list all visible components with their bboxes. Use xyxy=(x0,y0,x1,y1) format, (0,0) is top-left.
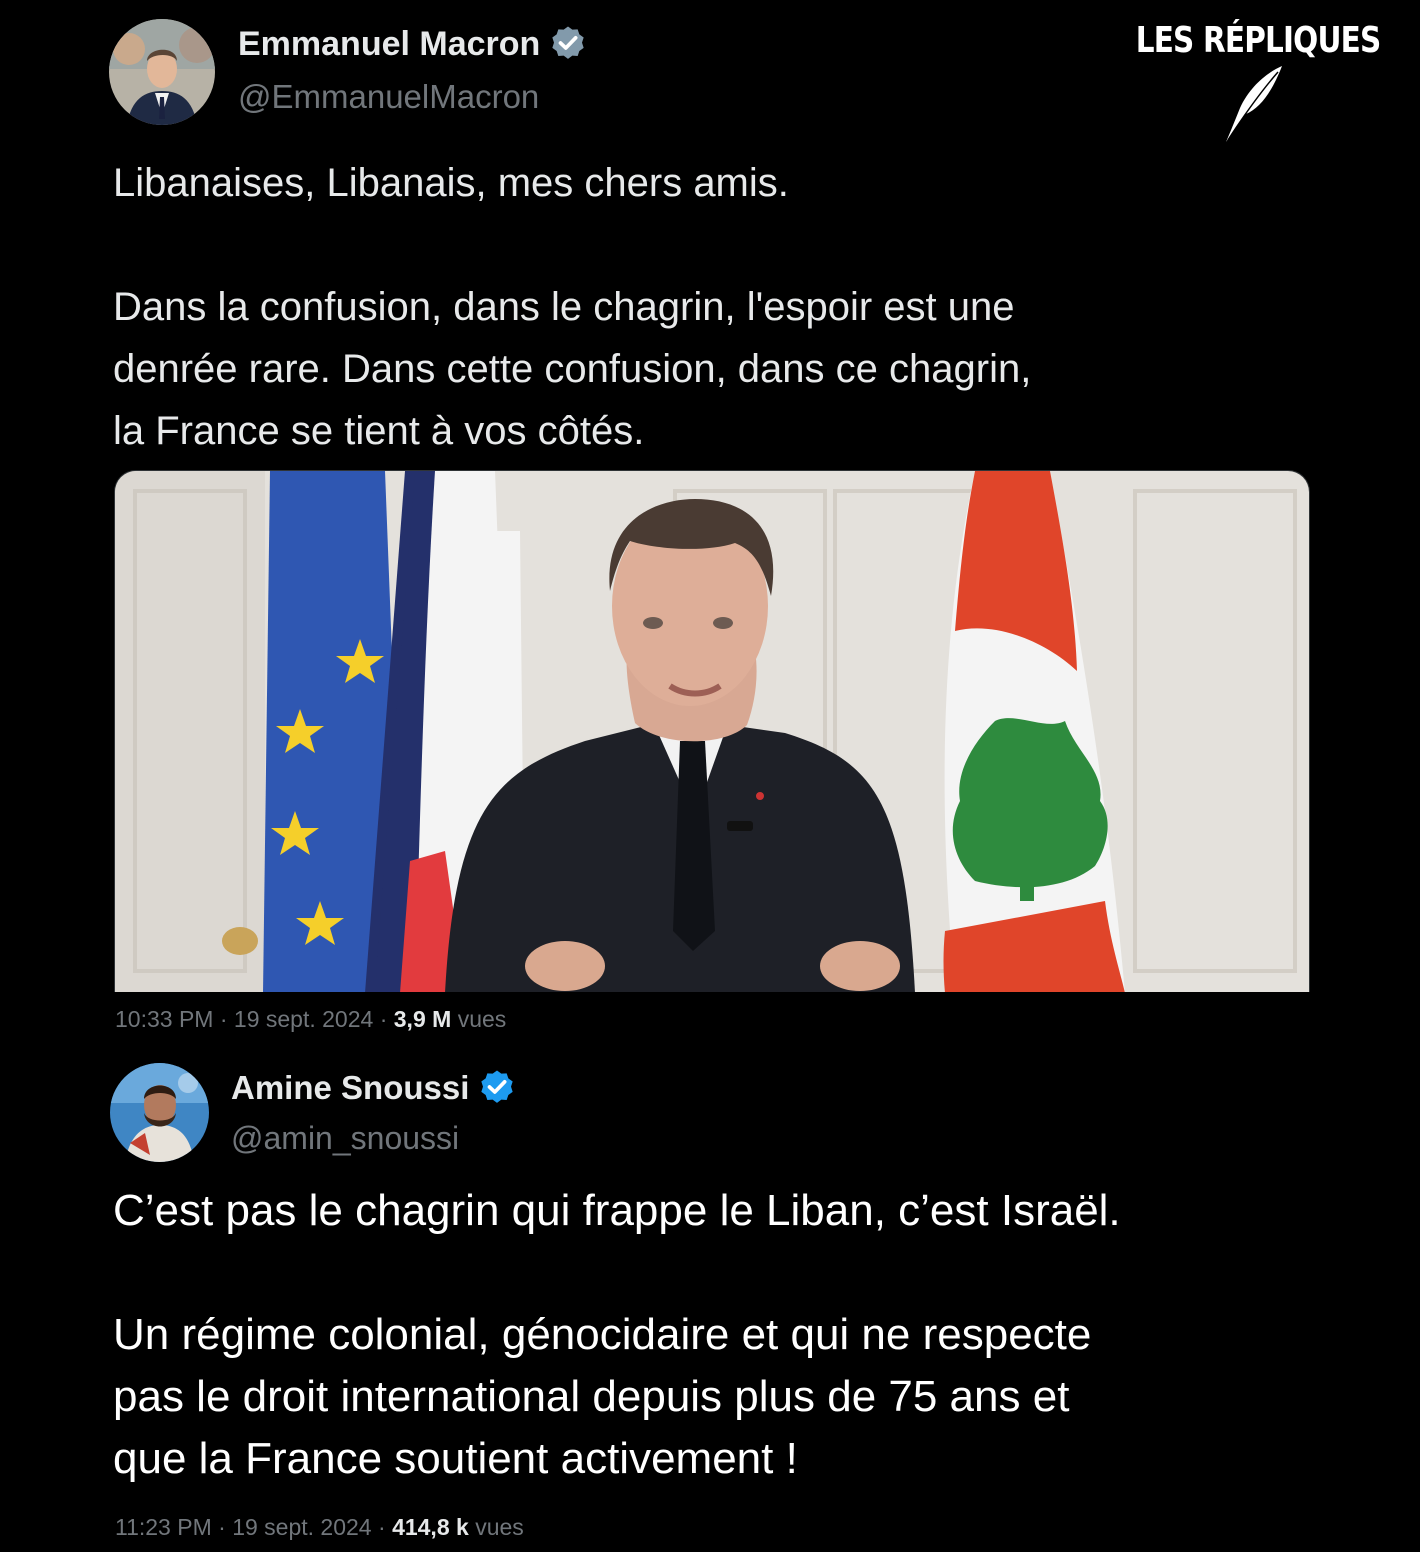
author-name[interactable]: Amine Snoussi xyxy=(231,1068,517,1108)
views-label: vues xyxy=(475,1514,524,1540)
meta-separator: · xyxy=(379,1006,388,1032)
views-count: 3,9 M xyxy=(393,1006,452,1032)
views-count: 414,8 k xyxy=(392,1514,469,1540)
tweet-time[interactable]: 11:23 PM xyxy=(115,1514,212,1540)
tweet-time[interactable]: 10:33 PM xyxy=(115,1006,213,1032)
author-handle[interactable]: @amin_snoussi xyxy=(231,1120,459,1157)
watermark-logo: LES RÉPLIQUES xyxy=(1110,16,1390,142)
tweet-text: Libanaises, Libanais, mes chers amis. Da… xyxy=(113,161,1032,453)
avatar[interactable] xyxy=(109,19,215,125)
tweet-video-thumbnail[interactable] xyxy=(114,470,1310,992)
tweet-date[interactable]: 19 sept. 2024 xyxy=(234,1006,373,1032)
tweet-date[interactable]: 19 sept. 2024 xyxy=(232,1514,371,1540)
author-name-text: Amine Snoussi xyxy=(231,1069,470,1106)
watermark-text: LES RÉPLIQUES xyxy=(1135,20,1381,61)
author-handle[interactable]: @EmmanuelMacron xyxy=(238,78,539,116)
avatar[interactable] xyxy=(110,1063,209,1162)
author-name-text: Emmanuel Macron xyxy=(238,24,541,63)
quill-icon xyxy=(1226,66,1282,142)
tweet-text: C’est pas le chagrin qui frappe le Liban… xyxy=(113,1186,1121,1483)
verified-badge-icon xyxy=(481,1070,514,1103)
views-label: vues xyxy=(457,1006,507,1032)
verified-badge-icon xyxy=(552,26,584,59)
meta-separator: · xyxy=(378,1514,386,1540)
meta-separator: · xyxy=(218,1514,226,1540)
tweet-meta: 11:23 PM · 19 sept. 2024 · 414,8 k vues xyxy=(115,1514,524,1541)
meta-separator: · xyxy=(219,1006,228,1032)
tweet-meta: 10:33 PM · 19 sept. 2024 · 3,9 M vues xyxy=(115,1006,506,1033)
author-name[interactable]: Emmanuel Macron xyxy=(238,24,588,64)
